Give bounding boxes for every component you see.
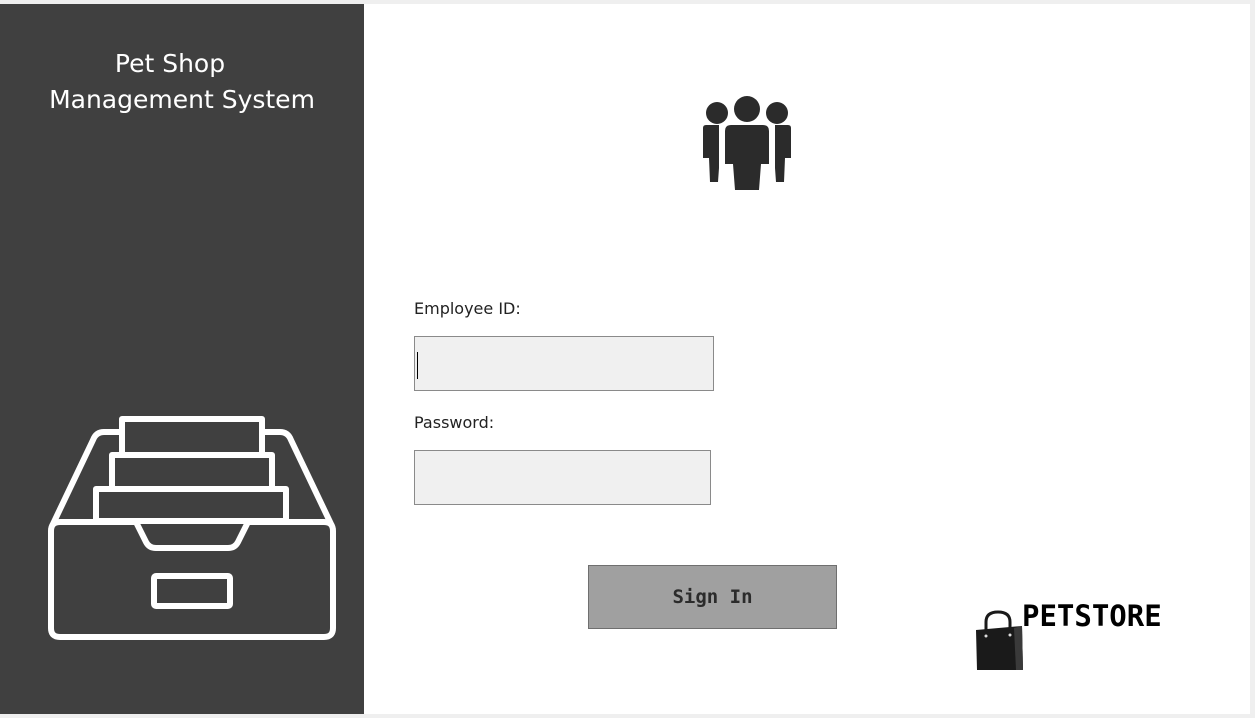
app-title: Pet Shop Management System <box>0 46 364 118</box>
users-group-icon <box>703 96 791 190</box>
sign-in-button[interactable]: Sign In <box>588 565 837 629</box>
sidebar: Pet Shop Management System <box>0 4 364 714</box>
login-window: Pet Shop Management System Employee ID: … <box>0 4 1250 714</box>
text-caret <box>417 352 418 379</box>
petstore-logo-text: PETSTORE <box>1022 599 1162 633</box>
app-title-line1: Pet Shop <box>114 49 226 78</box>
password-label: Password: <box>414 413 495 432</box>
app-title-line2: Management System <box>49 85 315 114</box>
employee-id-label: Employee ID: <box>414 299 521 318</box>
shopping-bag-icon <box>976 610 1023 670</box>
file-drawer-icon <box>48 416 336 640</box>
employee-id-input[interactable] <box>414 336 714 391</box>
password-input[interactable] <box>414 450 711 505</box>
